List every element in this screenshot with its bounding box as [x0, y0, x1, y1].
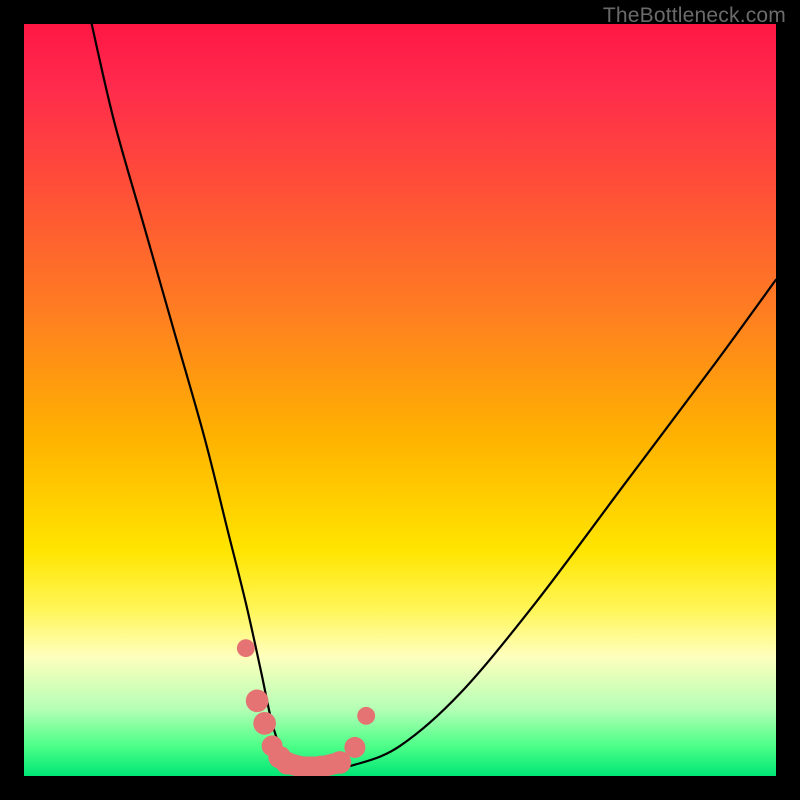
marker-dot [253, 712, 276, 735]
marker-dot [246, 689, 269, 712]
chart-svg [24, 24, 776, 776]
marker-dot [237, 639, 255, 657]
marker-dot [344, 737, 365, 758]
chart-plot-area [24, 24, 776, 776]
marker-dot [357, 707, 375, 725]
bottleneck-curve [92, 24, 776, 768]
watermark-text: TheBottleneck.com [603, 4, 786, 28]
